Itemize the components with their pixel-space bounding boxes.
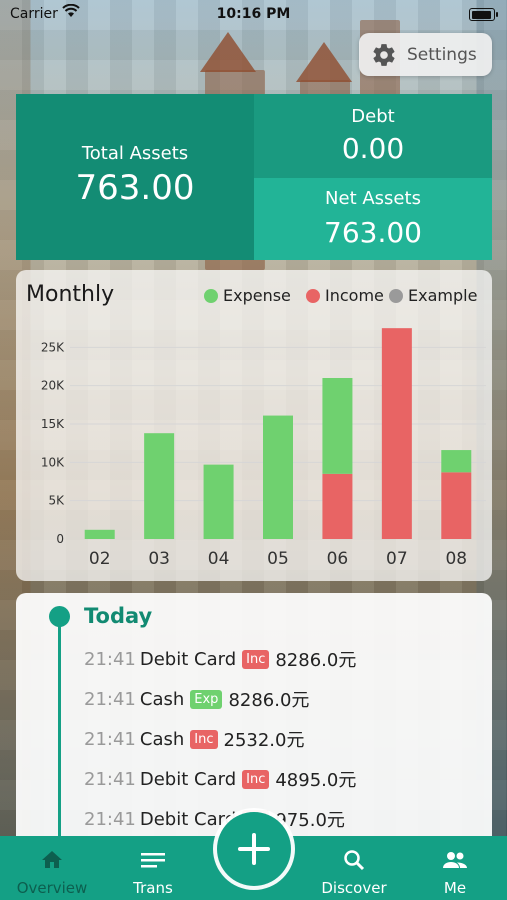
legend-example[interactable]: Example (389, 286, 477, 305)
monthly-chart-card: 0 5K 10K 15K 20K 25K 02 03 04 05 06 07 08 Monthly Ex… (16, 270, 492, 581)
y-tick-label: 25K (41, 340, 65, 354)
gear-icon (373, 43, 395, 66)
total-assets-value: 763.00 (75, 168, 195, 208)
battery-icon (469, 8, 498, 21)
tab-discover[interactable]: Discover (304, 836, 404, 900)
settings-label: Settings (407, 44, 477, 65)
legend-income[interactable]: Income (306, 286, 384, 305)
transaction-row[interactable]: 21:41 Debit Card Inc 4895.0元 (84, 765, 356, 793)
tab-trans[interactable]: Trans (103, 836, 203, 900)
plus-icon (238, 833, 270, 865)
background-roof (200, 32, 256, 72)
tab-overview-label: Overview (16, 879, 88, 897)
total-assets-panel[interactable]: Total Assets 763.00 (16, 94, 254, 260)
net-assets-value: 763.00 (324, 216, 422, 249)
transaction-amount: 8286.0元 (275, 650, 357, 671)
list-icon (103, 848, 203, 874)
bar-expense-05[interactable] (263, 415, 293, 539)
settings-button[interactable]: Settings (359, 33, 492, 76)
add-transaction-button[interactable] (217, 812, 291, 886)
transaction-time: 21:41 (84, 768, 136, 790)
bar-expense-04[interactable] (203, 464, 234, 539)
legend-income-label: Income (325, 286, 384, 305)
debt-label: Debt (351, 106, 395, 127)
transaction-type-badge: Inc (190, 729, 218, 749)
x-tick-label: 06 (327, 549, 349, 569)
net-assets-label: Net Assets (325, 188, 421, 209)
x-tick-label: 07 (386, 549, 408, 569)
transaction-amount: 8286.0元 (228, 690, 310, 711)
legend-expense-label: Expense (223, 286, 291, 305)
legend-expense[interactable]: Expense (204, 286, 291, 305)
legend-example-label: Example (408, 286, 478, 305)
x-tick-label: 08 (445, 549, 467, 569)
transaction-time: 21:41 (84, 808, 136, 830)
y-tick-label: 10K (41, 455, 65, 469)
transaction-account: Debit Card (139, 808, 237, 830)
transaction-account: Debit Card (139, 768, 237, 790)
transaction-row[interactable]: 21:41 Debit Card Inc 8286.0元 (84, 645, 356, 673)
debt-panel[interactable]: Debt 0.00 (254, 94, 492, 178)
bar-expense-08[interactable] (441, 450, 472, 473)
people-icon (405, 848, 505, 874)
transaction-amount: 975.0元 (275, 810, 345, 831)
bar-income-07[interactable] (381, 328, 412, 539)
x-tick-label: 02 (89, 549, 111, 569)
transaction-row[interactable]: 21:41 Cash Exp 8286.0元 (84, 685, 309, 713)
x-tick-label: 03 (148, 549, 170, 569)
timeline-line (58, 615, 61, 853)
y-tick-label: 20K (41, 379, 65, 393)
status-bar: Carrier 10:16 PM (0, 0, 507, 28)
transaction-amount: 2532.0元 (223, 730, 305, 751)
transaction-account: Cash (139, 688, 185, 710)
clock: 10:16 PM (216, 6, 291, 22)
home-icon (2, 848, 102, 874)
total-assets-label: Total Assets (81, 143, 189, 164)
transaction-amount: 4895.0元 (275, 770, 357, 791)
transaction-type-badge: Inc (242, 649, 270, 669)
transaction-row[interactable]: 21:41 Cash Inc 2532.0元 (84, 725, 304, 753)
bar-expense-02[interactable] (84, 529, 115, 539)
legend-expense-dot (204, 288, 218, 303)
bar-income-06[interactable] (322, 473, 353, 539)
timeline-dot (49, 606, 70, 627)
tab-me[interactable]: Me (405, 836, 505, 900)
y-tick-label: 0 (56, 532, 64, 546)
day-label: Today (84, 604, 153, 628)
transaction-row[interactable]: 21:41 Debit Card Inc 975.0元 (84, 805, 345, 833)
y-tick-label: 15K (41, 417, 65, 431)
chart-title: Monthly (26, 282, 115, 307)
tab-overview[interactable]: Overview (2, 836, 102, 900)
assets-summary: Total Assets 763.00 Debt 0.00 Net Assets… (16, 94, 492, 260)
debt-value: 0.00 (341, 132, 405, 165)
transaction-time: 21:41 (84, 648, 136, 670)
transaction-type-badge: Inc (242, 769, 270, 789)
x-tick-label: 05 (267, 549, 289, 569)
tab-me-label: Me (443, 879, 467, 897)
bar-expense-03[interactable] (144, 433, 175, 539)
legend-income-dot (306, 288, 320, 303)
tab-trans-label: Trans (133, 879, 173, 897)
transaction-time: 21:41 (84, 728, 136, 750)
transaction-account: Cash (139, 728, 185, 750)
transaction-time: 21:41 (84, 688, 136, 710)
monthly-bar-chart[interactable]: 0 5K 10K 15K 20K 25K 02 03 04 05 06 07 08 (16, 270, 492, 581)
transaction-type-badge: Exp (190, 689, 223, 709)
net-assets-panel[interactable]: Net Assets 763.00 (254, 178, 492, 260)
bar-expense-06[interactable] (322, 378, 353, 474)
transaction-account: Debit Card (139, 648, 237, 670)
search-icon (304, 848, 404, 874)
y-tick-label: 5K (48, 494, 65, 508)
bar-income-08[interactable] (441, 472, 472, 539)
x-tick-label: 04 (208, 549, 230, 569)
tab-discover-label: Discover (321, 879, 387, 897)
legend-example-dot (389, 288, 403, 303)
background-roof (296, 42, 352, 82)
